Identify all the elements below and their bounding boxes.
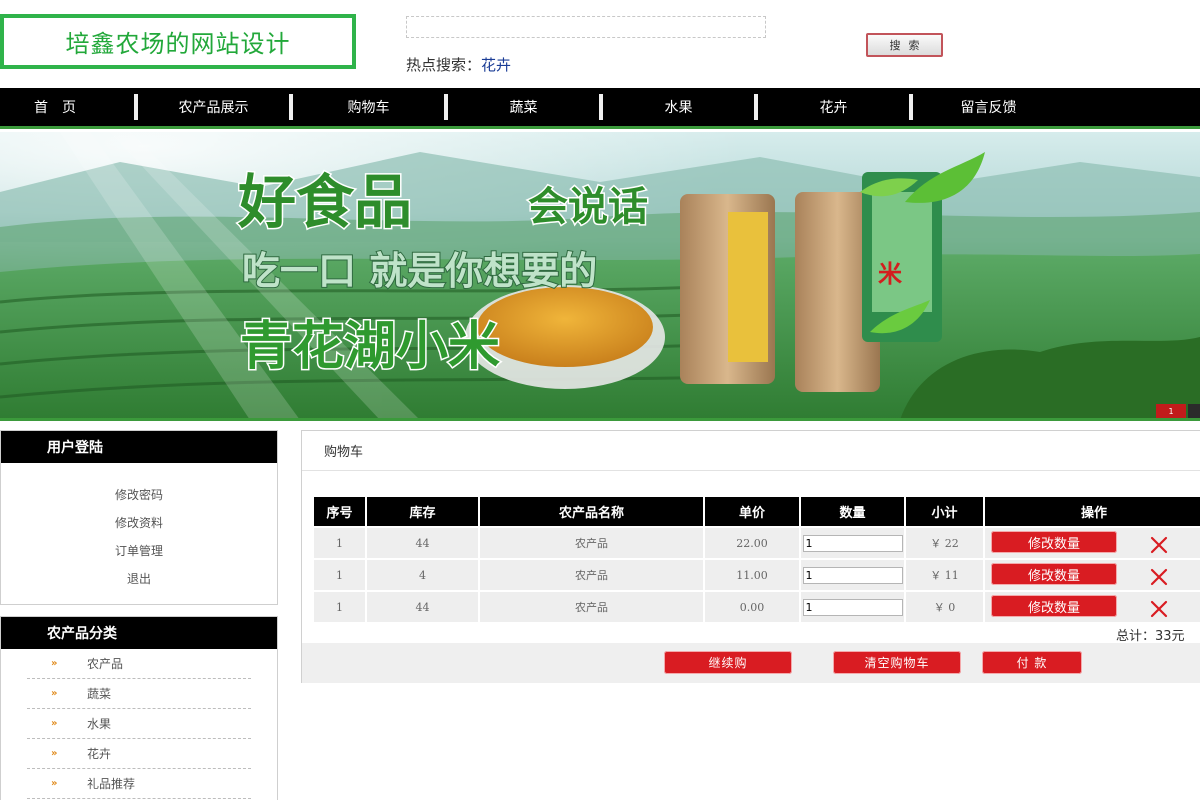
nav-feedback[interactable]: 留言反馈 xyxy=(913,88,1064,126)
column-header-quantity: 数量 xyxy=(799,495,906,528)
cart-panel: 购物车 序号 库存 农产品名称 单价 数量 小计 操作 1 44 农产品 22.… xyxy=(301,430,1200,683)
category-item[interactable]: » 水果 xyxy=(27,709,251,739)
category-label: 农产品 xyxy=(87,657,124,671)
cell-stock: 44 xyxy=(365,526,480,560)
modify-quantity-button[interactable]: 修改数量 xyxy=(991,531,1117,554)
category-item[interactable]: » 礼品推荐 xyxy=(27,769,251,799)
svg-text:好食品: 好食品 xyxy=(237,168,412,236)
nav-cart[interactable]: 购物车 xyxy=(293,88,444,126)
cell-price: 22.00 xyxy=(703,526,801,560)
cell-stock: 44 xyxy=(365,590,480,624)
cell-name: 农产品 xyxy=(478,526,705,560)
svg-text:吃一口 就是你想要的: 吃一口 就是你想要的 xyxy=(242,248,597,293)
cell-actions: 修改数量 xyxy=(983,526,1200,560)
user-panel: 用户登陆 修改密码 修改资料 订单管理 退出 xyxy=(0,430,278,605)
cart-total: 总计：33元 xyxy=(1116,629,1185,644)
double-chevron-icon: » xyxy=(51,748,58,759)
category-item[interactable]: » 蔬菜 xyxy=(27,679,251,709)
main-nav: 首页 农产品展示 购物车 蔬菜 水果 花卉 留言反馈 xyxy=(0,88,1200,129)
nav-fruit[interactable]: 水果 xyxy=(603,88,754,126)
double-chevron-icon: » xyxy=(51,658,58,669)
category-item[interactable]: » 花卉 xyxy=(27,739,251,769)
hot-search: 热点搜索：花卉 xyxy=(406,54,511,75)
modify-quantity-button[interactable]: 修改数量 xyxy=(991,563,1117,586)
column-header-subtotal: 小计 xyxy=(904,495,985,528)
search-input[interactable] xyxy=(406,16,766,38)
clear-cart-button[interactable]: 清空购物车 xyxy=(833,651,961,674)
continue-shopping-button[interactable]: 继续购 xyxy=(664,651,792,674)
nav-products[interactable]: 农产品展示 xyxy=(138,88,289,126)
cell-price: 0.00 xyxy=(703,590,801,624)
nav-vegetables[interactable]: 蔬菜 xyxy=(448,88,599,126)
user-panel-title: 用户登陆 xyxy=(1,431,277,463)
hot-search-label: 热点搜索： xyxy=(406,56,482,74)
double-chevron-icon: » xyxy=(51,688,58,699)
cell-price: 11.00 xyxy=(703,558,801,592)
category-panel-title: 农产品分类 xyxy=(1,617,277,649)
site-logo[interactable]: 培鑫农场的网站设计 xyxy=(0,14,356,69)
change-password-link[interactable]: 修改密码 xyxy=(1,481,277,509)
cell-stock: 4 xyxy=(365,558,480,592)
category-list: » 农产品 » 蔬菜 » 水果 » 花卉 » 礼品推荐 xyxy=(1,649,277,799)
promo-banner[interactable]: 好食品 会说话 吃一口 就是你想要的 青花湖小米 米 1 xyxy=(0,132,1200,420)
table-row: 1 44 农产品 0.00 ￥ 0 修改数量 xyxy=(312,590,1200,624)
hot-search-link[interactable]: 花卉 xyxy=(481,56,511,74)
column-header-actions: 操作 xyxy=(983,495,1200,528)
cell-index: 1 xyxy=(312,590,367,624)
svg-text:米: 米 xyxy=(878,259,902,288)
nav-flowers[interactable]: 花卉 xyxy=(758,88,909,126)
pay-button[interactable]: 付 款 xyxy=(982,651,1082,674)
cart-action-bar: 继续购 清空购物车 付 款 xyxy=(302,643,1200,683)
category-item[interactable]: » 农产品 xyxy=(27,649,251,679)
cell-actions: 修改数量 xyxy=(983,590,1200,624)
cell-index: 1 xyxy=(312,526,367,560)
edit-profile-link[interactable]: 修改资料 xyxy=(1,509,277,537)
cart-table: 序号 库存 农产品名称 单价 数量 小计 操作 1 44 农产品 22.00 ￥… xyxy=(312,495,1200,624)
table-row: 1 44 农产品 22.00 ￥ 22 修改数量 xyxy=(312,526,1200,560)
logout-link[interactable]: 退出 xyxy=(1,565,277,593)
modify-quantity-button[interactable]: 修改数量 xyxy=(991,595,1117,618)
cell-subtotal: ￥ 22 xyxy=(904,526,985,560)
search-button[interactable]: 搜索 xyxy=(866,33,943,57)
svg-text:青花湖小米: 青花湖小米 xyxy=(240,316,500,377)
cell-quantity xyxy=(799,526,906,560)
cell-name: 农产品 xyxy=(478,558,705,592)
double-chevron-icon: » xyxy=(51,718,58,729)
cart-table-header: 序号 库存 农产品名称 单价 数量 小计 操作 xyxy=(312,495,1200,528)
quantity-input[interactable] xyxy=(802,598,903,616)
cell-subtotal: ￥ 0 xyxy=(904,590,985,624)
delete-icon[interactable] xyxy=(1149,599,1169,619)
column-header-stock: 库存 xyxy=(365,495,480,528)
column-header-name: 农产品名称 xyxy=(478,495,705,528)
cell-subtotal: ￥ 11 xyxy=(904,558,985,592)
category-label: 花卉 xyxy=(87,747,112,761)
svg-text:会说话: 会说话 xyxy=(528,183,648,230)
quantity-input[interactable] xyxy=(802,534,903,552)
banner-image: 好食品 会说话 吃一口 就是你想要的 青花湖小米 米 xyxy=(0,132,1200,420)
banner-slide-indicator[interactable]: 1 xyxy=(1156,404,1186,418)
category-panel: 农产品分类 » 农产品 » 蔬菜 » 水果 » 花卉 » 礼品推荐 xyxy=(0,616,278,800)
quantity-input[interactable] xyxy=(802,566,903,584)
category-label: 礼品推荐 xyxy=(87,777,136,791)
column-header-index: 序号 xyxy=(312,495,367,528)
banner-divider xyxy=(0,418,1200,421)
cart-title: 购物车 xyxy=(302,431,1200,471)
cell-actions: 修改数量 xyxy=(983,558,1200,592)
cell-index: 1 xyxy=(312,558,367,592)
user-links: 修改密码 修改资料 订单管理 退出 xyxy=(1,463,277,593)
delete-icon[interactable] xyxy=(1149,567,1169,587)
nav-home[interactable]: 首页 xyxy=(0,88,134,126)
table-row: 1 4 农产品 11.00 ￥ 11 修改数量 xyxy=(312,558,1200,592)
category-label: 水果 xyxy=(87,717,112,731)
column-header-price: 单价 xyxy=(703,495,801,528)
banner-next-indicator[interactable] xyxy=(1188,404,1200,418)
site-logo-text: 培鑫农场的网站设计 xyxy=(65,30,291,58)
order-management-link[interactable]: 订单管理 xyxy=(1,537,277,565)
double-chevron-icon: » xyxy=(51,778,58,789)
category-label: 蔬菜 xyxy=(87,687,112,701)
cell-quantity xyxy=(799,558,906,592)
cell-name: 农产品 xyxy=(478,590,705,624)
cell-quantity xyxy=(799,590,906,624)
delete-icon[interactable] xyxy=(1149,535,1169,555)
